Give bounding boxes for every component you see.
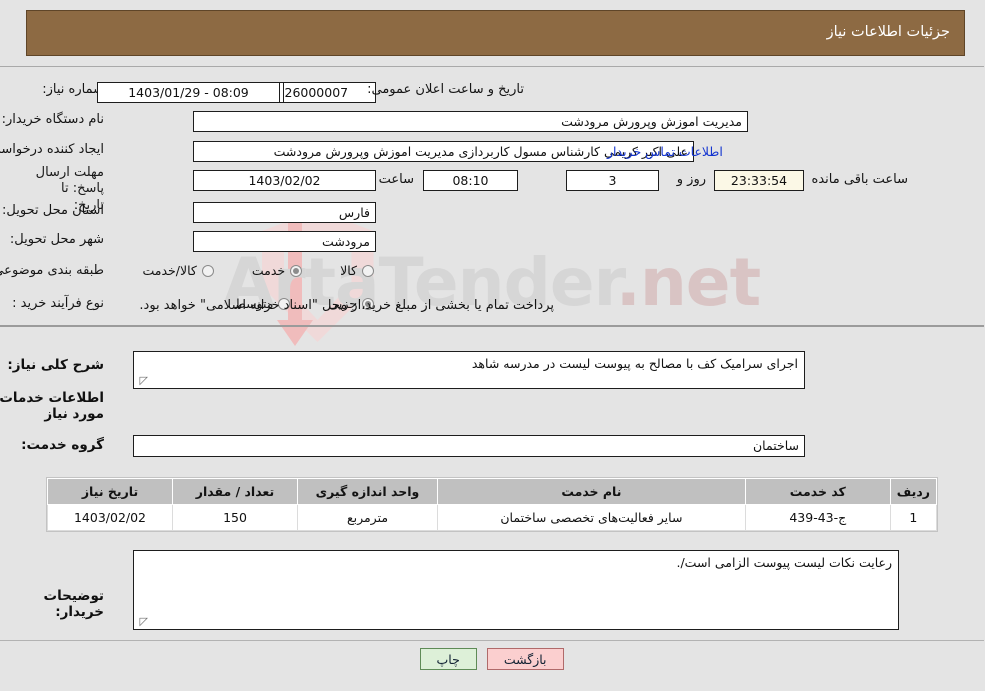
page-header: جزئیات اطلاعات نیاز bbox=[27, 10, 966, 56]
footer-divider bbox=[0, 640, 985, 641]
need-summary-panel bbox=[0, 66, 985, 327]
print-button[interactable]: چاپ bbox=[420, 648, 478, 670]
page-title: جزئیات اطلاعات نیاز bbox=[827, 24, 951, 40]
need-details-panel bbox=[0, 329, 985, 640]
footer-buttons: بازگشت چاپ bbox=[0, 648, 985, 670]
back-button[interactable]: بازگشت bbox=[487, 648, 565, 670]
